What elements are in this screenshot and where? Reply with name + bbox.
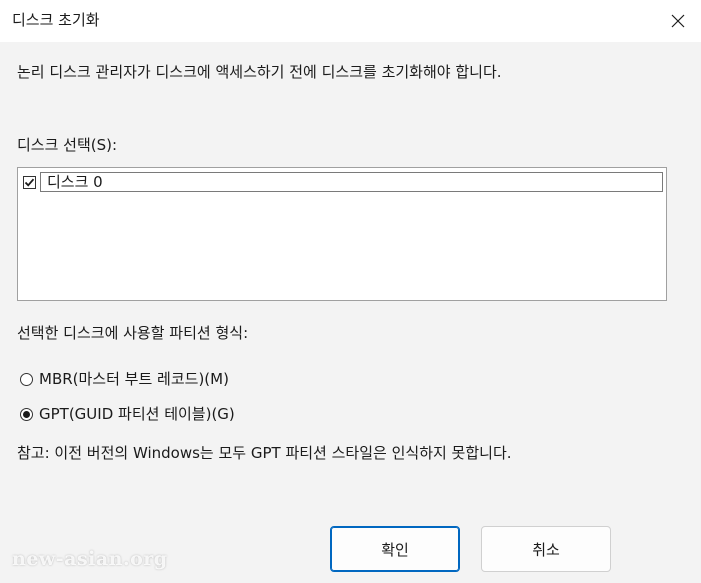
disk-checkbox[interactable] <box>23 175 36 189</box>
initialize-disk-dialog: 디스크 초기화 논리 디스크 관리자가 디스크에 액세스하기 전에 디스크를 초… <box>0 0 701 583</box>
close-icon <box>671 14 685 28</box>
ok-button[interactable]: 확인 <box>330 526 460 572</box>
mbr-option[interactable]: MBR(마스터 부트 레코드)(M) <box>20 369 229 389</box>
mbr-radio[interactable] <box>20 372 33 386</box>
gpt-option-label: GPT(GUID 파티션 테이블)(G) <box>39 405 235 423</box>
partition-style-label: 선택한 디스크에 사용할 파티션 형식: <box>17 324 249 342</box>
compatibility-note: 참고: 이전 버전의 Windows는 모두 GPT 파티션 스타일은 인식하지… <box>17 444 512 462</box>
checkmark-icon <box>24 178 35 187</box>
gpt-option[interactable]: GPT(GUID 파티션 테이블)(G) <box>20 404 235 424</box>
disk-item-label: 디스크 0 <box>40 172 663 192</box>
gpt-radio[interactable] <box>20 407 33 421</box>
disk-list[interactable]: 디스크 0 <box>17 167 667 301</box>
title-bar[interactable]: 디스크 초기화 <box>0 0 701 42</box>
close-button[interactable] <box>655 0 701 42</box>
intro-text: 논리 디스크 관리자가 디스크에 액세스하기 전에 디스크를 초기화해야 합니다… <box>17 63 502 81</box>
window-title: 디스크 초기화 <box>12 11 100 29</box>
watermark: new-asian.org <box>12 548 168 570</box>
disk-select-label: 디스크 선택(S): <box>17 136 118 154</box>
mbr-option-label: MBR(마스터 부트 레코드)(M) <box>39 370 229 388</box>
cancel-button[interactable]: 취소 <box>481 526 611 572</box>
list-item[interactable]: 디스크 0 <box>21 171 663 193</box>
